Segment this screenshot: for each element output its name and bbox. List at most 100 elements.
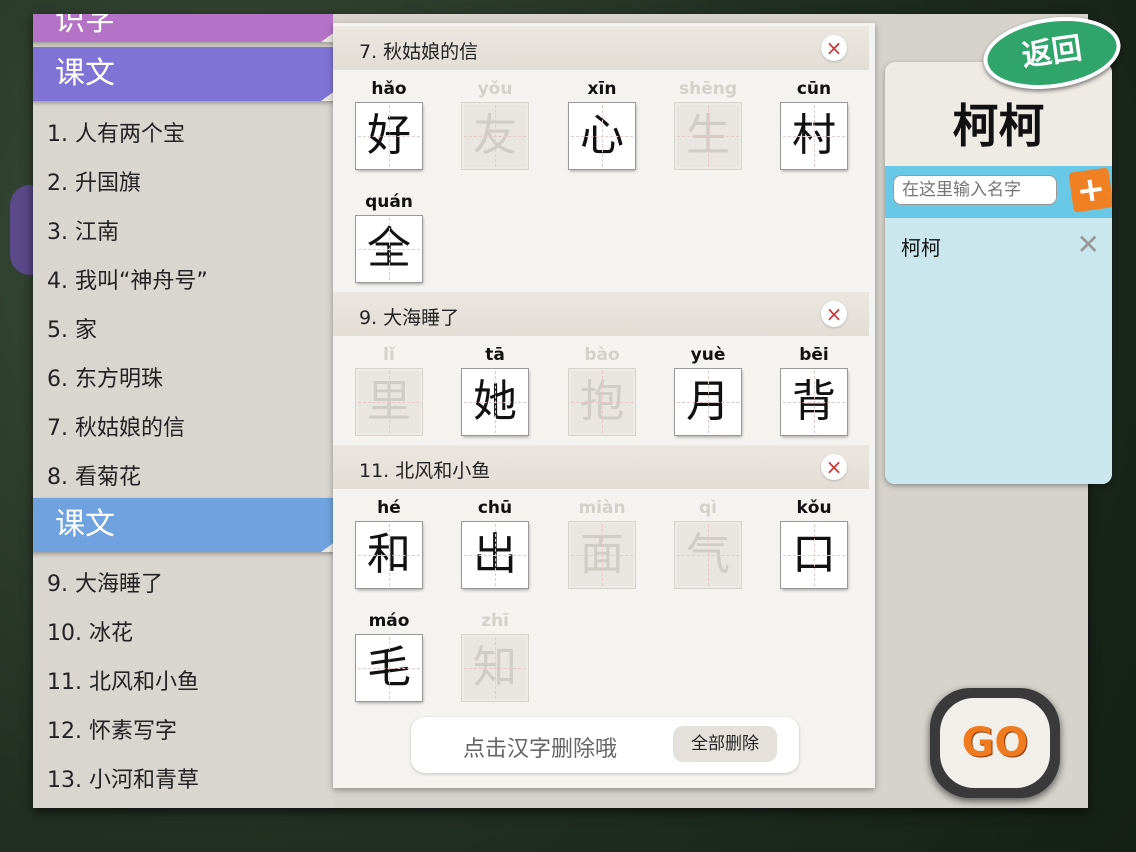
section-title: 11. 北风和小鱼 bbox=[359, 460, 491, 482]
character: 友 bbox=[461, 102, 529, 170]
character-card[interactable]: tā 她 bbox=[460, 345, 530, 436]
tab-text-1-label: 课文 bbox=[55, 56, 115, 91]
pinyin: chū bbox=[477, 498, 513, 518]
pinyin: miàn bbox=[578, 498, 626, 518]
add-user-bar: + bbox=[885, 166, 1112, 218]
character: 生 bbox=[674, 102, 742, 170]
bottom-action-bar: 点击汉字删除哦 全部删除 bbox=[411, 717, 799, 773]
character: 全 bbox=[355, 215, 423, 283]
character: 毛 bbox=[355, 634, 423, 702]
lesson-item[interactable]: 10. 冰花 bbox=[47, 615, 133, 647]
pinyin: cūn bbox=[796, 79, 832, 99]
character-card[interactable]: yuè 月 bbox=[673, 345, 743, 436]
lesson-item[interactable]: 9. 大海睡了 bbox=[47, 566, 163, 598]
user-list: 柯柯 ✕ bbox=[885, 218, 1112, 484]
tab-text-2-label: 课文 bbox=[55, 507, 115, 542]
pinyin: yǒu bbox=[477, 79, 513, 99]
character: 背 bbox=[780, 368, 848, 436]
character-card[interactable]: shēng 生 bbox=[673, 79, 743, 170]
user-panel: 柯柯 + 柯柯 ✕ bbox=[885, 62, 1112, 484]
character: 面 bbox=[568, 521, 636, 589]
pinyin: hǎo bbox=[371, 79, 407, 99]
page-curl-decoration bbox=[321, 26, 333, 42]
character-card[interactable]: hǎo 好 bbox=[354, 79, 424, 170]
delete-x-icon[interactable]: ✕ bbox=[1077, 228, 1100, 261]
selected-characters-panel: 7. 秋姑娘的信 × hǎo 好 yǒu 友 xīn 心 shēng 生 cūn 村 qu… bbox=[333, 23, 875, 788]
lesson-item[interactable]: 11. 北风和小鱼 bbox=[47, 664, 199, 696]
section-header: 7. 秋姑娘的信 × bbox=[333, 26, 869, 70]
lesson-item[interactable]: 13. 小河和青草 bbox=[47, 762, 199, 794]
pinyin: quán bbox=[365, 192, 413, 212]
character-card[interactable]: zhī 知 bbox=[460, 611, 530, 702]
character-card[interactable]: cūn 村 bbox=[779, 79, 849, 170]
character-card[interactable]: chū 出 bbox=[460, 498, 530, 589]
character: 月 bbox=[674, 368, 742, 436]
section-header: 9. 大海睡了 × bbox=[333, 292, 869, 336]
pinyin: bēi bbox=[799, 345, 829, 365]
character: 村 bbox=[780, 102, 848, 170]
lesson-item[interactable]: 3. 江南 bbox=[47, 214, 119, 246]
character: 口 bbox=[780, 521, 848, 589]
character-card[interactable]: yǒu 友 bbox=[460, 79, 530, 170]
current-user-name: 柯柯 bbox=[952, 99, 1045, 153]
character-card[interactable]: hé 和 bbox=[354, 498, 424, 589]
pinyin: kǒu bbox=[796, 498, 832, 518]
user-list-item[interactable]: 柯柯 bbox=[901, 232, 941, 261]
page-curl-decoration bbox=[321, 85, 333, 101]
lesson-item[interactable]: 2. 升国旗 bbox=[47, 165, 141, 197]
lesson-item[interactable]: 1. 人有两个宝 bbox=[47, 116, 185, 148]
lesson-item[interactable]: 8. 看菊花 bbox=[47, 459, 141, 491]
character-card[interactable]: quán 全 bbox=[354, 192, 424, 283]
pinyin: shēng bbox=[678, 79, 738, 99]
tab-literacy-label: 识字 bbox=[55, 14, 115, 38]
character: 和 bbox=[355, 521, 423, 589]
character: 好 bbox=[355, 102, 423, 170]
lesson-item[interactable]: 6. 东方明珠 bbox=[47, 361, 163, 393]
pinyin: tā bbox=[485, 345, 505, 365]
close-icon[interactable]: × bbox=[821, 454, 847, 480]
pinyin: xīn bbox=[587, 79, 617, 99]
character: 里 bbox=[355, 368, 423, 436]
pinyin: zhī bbox=[481, 611, 509, 631]
character-card[interactable]: xīn 心 bbox=[567, 79, 637, 170]
character: 心 bbox=[568, 102, 636, 170]
close-icon[interactable]: × bbox=[821, 35, 847, 61]
character: 她 bbox=[461, 368, 529, 436]
pinyin: bào bbox=[584, 345, 620, 365]
name-input[interactable] bbox=[893, 175, 1057, 205]
go-button-label: GO bbox=[940, 698, 1050, 788]
character-card[interactable]: miàn 面 bbox=[567, 498, 637, 589]
close-icon[interactable]: × bbox=[821, 301, 847, 327]
lesson-item[interactable]: 12. 怀素写字 bbox=[47, 713, 177, 745]
section-title: 7. 秋姑娘的信 bbox=[359, 41, 479, 63]
character: 气 bbox=[674, 521, 742, 589]
character: 知 bbox=[461, 634, 529, 702]
go-button[interactable]: GO bbox=[930, 688, 1060, 798]
lesson-list[interactable]: 识字 课文 1. 人有两个宝 2. 升国旗 3. 江南 4. 我叫“神舟号” 5… bbox=[33, 14, 333, 808]
character-card[interactable]: bēi 背 bbox=[779, 345, 849, 436]
character: 出 bbox=[461, 521, 529, 589]
pinyin: lǐ bbox=[383, 345, 395, 365]
delete-all-button[interactable]: 全部删除 bbox=[673, 726, 777, 762]
character-card[interactable]: máo 毛 bbox=[354, 611, 424, 702]
tab-text-1[interactable]: 课文 bbox=[33, 47, 333, 101]
page-curl-decoration bbox=[321, 536, 333, 552]
tab-literacy[interactable]: 识字 bbox=[33, 14, 333, 42]
tab-text-2[interactable]: 课文 bbox=[33, 498, 333, 552]
character: 抱 bbox=[568, 368, 636, 436]
section-header: 11. 北风和小鱼 × bbox=[333, 445, 869, 489]
plus-icon[interactable]: + bbox=[1068, 167, 1112, 213]
character-card[interactable]: qì 气 bbox=[673, 498, 743, 589]
lesson-item[interactable]: 5. 家 bbox=[47, 312, 97, 344]
pinyin: qì bbox=[699, 498, 717, 518]
character-card[interactable]: bào 抱 bbox=[567, 345, 637, 436]
character-card[interactable]: lǐ 里 bbox=[354, 345, 424, 436]
pinyin: hé bbox=[377, 498, 401, 518]
lesson-item[interactable]: 7. 秋姑娘的信 bbox=[47, 410, 185, 442]
section-title: 9. 大海睡了 bbox=[359, 307, 460, 329]
lesson-item[interactable]: 4. 我叫“神舟号” bbox=[47, 263, 208, 295]
delete-hint: 点击汉字删除哦 bbox=[463, 737, 618, 762]
pinyin: yuè bbox=[690, 345, 726, 365]
pinyin: máo bbox=[368, 611, 410, 631]
character-card[interactable]: kǒu 口 bbox=[779, 498, 849, 589]
